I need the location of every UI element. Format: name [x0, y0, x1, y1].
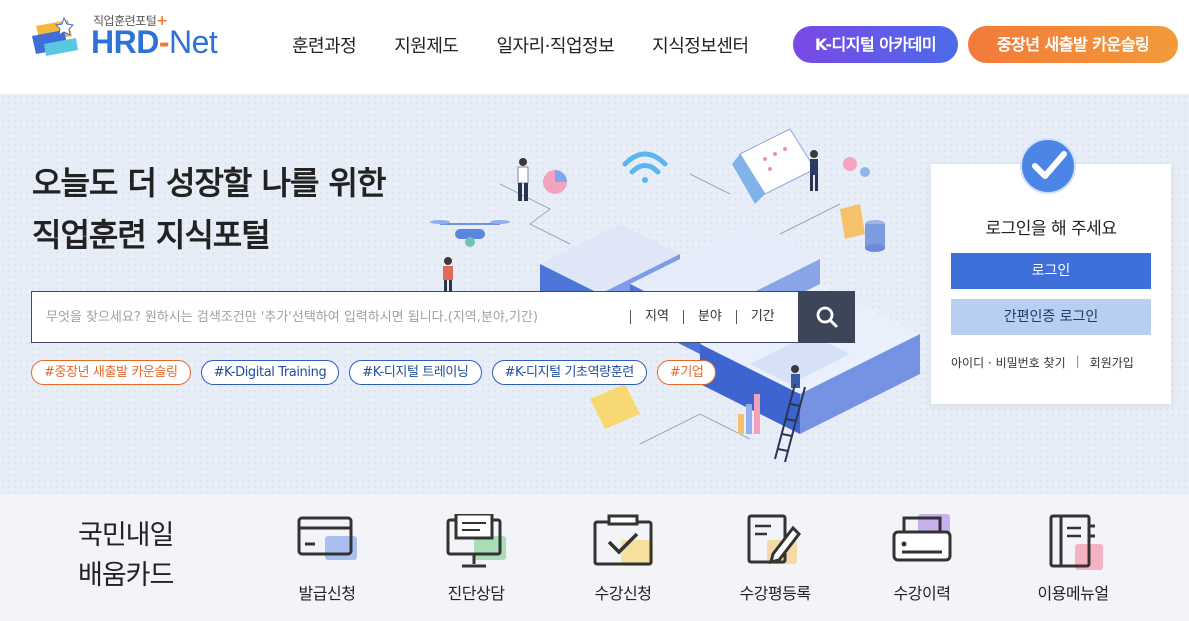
monitor-icon — [446, 514, 506, 568]
nav-jobs-info[interactable]: 일자리·직업정보 — [478, 26, 634, 64]
hero-title-line2: 직업훈련 지식포털 — [32, 216, 271, 254]
manual-icon — [1049, 514, 1103, 570]
tag-k-digital-training-en[interactable]: #K-Digital Training — [200, 360, 340, 385]
logo-wordmark: HRD-Net — [91, 24, 218, 60]
logo-mark-icon — [32, 16, 78, 56]
quick-item-diagnosis-label: 진단상담 — [447, 584, 505, 603]
quick-item-review[interactable]: 수강평등록 — [715, 514, 835, 604]
card-icon — [297, 516, 357, 560]
site-header: 직업훈련포털+ HRD-Net 훈련과정 지원제도 일자리·직업정보 지식정보센… — [0, 0, 1189, 94]
tag-k-digital-basic[interactable]: #K-디지털 기초역량훈련 — [491, 360, 647, 385]
quick-item-diagnosis[interactable]: 진단상담 — [416, 514, 536, 604]
login-box: 로그인을 해 주세요 로그인 간편인증 로그인 아이디 · 비밀번호 찾기 | … — [931, 138, 1171, 404]
quick-item-enroll[interactable]: 수강신청 — [563, 514, 683, 604]
k-digital-academy-button[interactable]: K-디지털 아카데미 — [793, 26, 958, 63]
quick-item-review-label: 수강평등록 — [739, 584, 811, 603]
login-links: 아이디 · 비밀번호 찾기 | 회원가입 — [951, 354, 1134, 371]
learning-card-quick-menu: 국민내일 배움카드 발급신청 진단상담 수강신청 수강평등록 수강이력 이용메뉴… — [0, 494, 1189, 621]
printer-icon — [892, 514, 952, 562]
learning-card-title: 국민내일 배움카드 — [78, 516, 174, 596]
check-folder-icon — [593, 514, 653, 566]
check-circle-icon — [1020, 138, 1076, 194]
search-input[interactable] — [32, 292, 632, 342]
filter-period[interactable]: 기간 — [735, 310, 789, 324]
tag-midlife-counseling[interactable]: #중장년 새출발 카운슬링 — [31, 360, 191, 385]
login-button[interactable]: 로그인 — [951, 253, 1151, 289]
quick-item-issue[interactable]: 발급신청 — [267, 514, 387, 604]
simple-auth-login-button[interactable]: 간편인증 로그인 — [951, 299, 1151, 335]
hero-title-line1: 오늘도 더 성장할 나를 위한 — [32, 164, 386, 202]
quick-item-history-label: 수강이력 — [893, 584, 951, 603]
quick-item-enroll-label: 수강신청 — [594, 584, 652, 603]
hashtag-list: #중장년 새출발 카운슬링 #K-Digital Training #K-디지털… — [31, 360, 717, 385]
quick-item-manual[interactable]: 이용메뉴얼 — [1013, 514, 1133, 604]
nav-support-system[interactable]: 지원제도 — [375, 26, 477, 64]
midlife-counseling-button[interactable]: 중장년 새출발 카운슬링 — [968, 26, 1178, 63]
main-nav: 훈련과정 지원제도 일자리·직업정보 지식정보센터 — [273, 26, 768, 64]
search-icon — [816, 306, 837, 328]
nav-training-courses[interactable]: 훈련과정 — [273, 26, 375, 64]
quick-item-issue-label: 발급신청 — [298, 584, 356, 603]
quick-item-history[interactable]: 수강이력 — [862, 514, 982, 604]
pen-doc-icon — [747, 514, 801, 565]
filter-field[interactable]: 분야 — [682, 310, 736, 324]
link-separator: | — [1075, 354, 1080, 368]
filter-region[interactable]: 지역 — [630, 310, 683, 324]
search-button[interactable] — [798, 291, 855, 343]
learning-card-title-line2: 배움카드 — [78, 560, 174, 591]
nav-knowledge-center[interactable]: 지식정보센터 — [633, 26, 767, 64]
signup-link[interactable]: 회원가입 — [1090, 354, 1134, 371]
hrd-net-logo[interactable]: 직업훈련포털+ HRD-Net — [30, 10, 230, 60]
quick-item-manual-label: 이용메뉴얼 — [1037, 584, 1109, 603]
search-bar: 지역 분야 기간 — [31, 291, 855, 343]
learning-card-title-line1: 국민내일 — [78, 520, 174, 551]
login-prompt: 로그인을 해 주세요 — [985, 219, 1117, 239]
find-id-password-link[interactable]: 아이디 · 비밀번호 찾기 — [951, 354, 1066, 371]
tag-k-digital-training[interactable]: #K-디지털 트레이닝 — [349, 360, 482, 385]
tag-company[interactable]: #기업 — [656, 360, 717, 385]
search-filters: 지역 분야 기간 — [630, 292, 789, 342]
